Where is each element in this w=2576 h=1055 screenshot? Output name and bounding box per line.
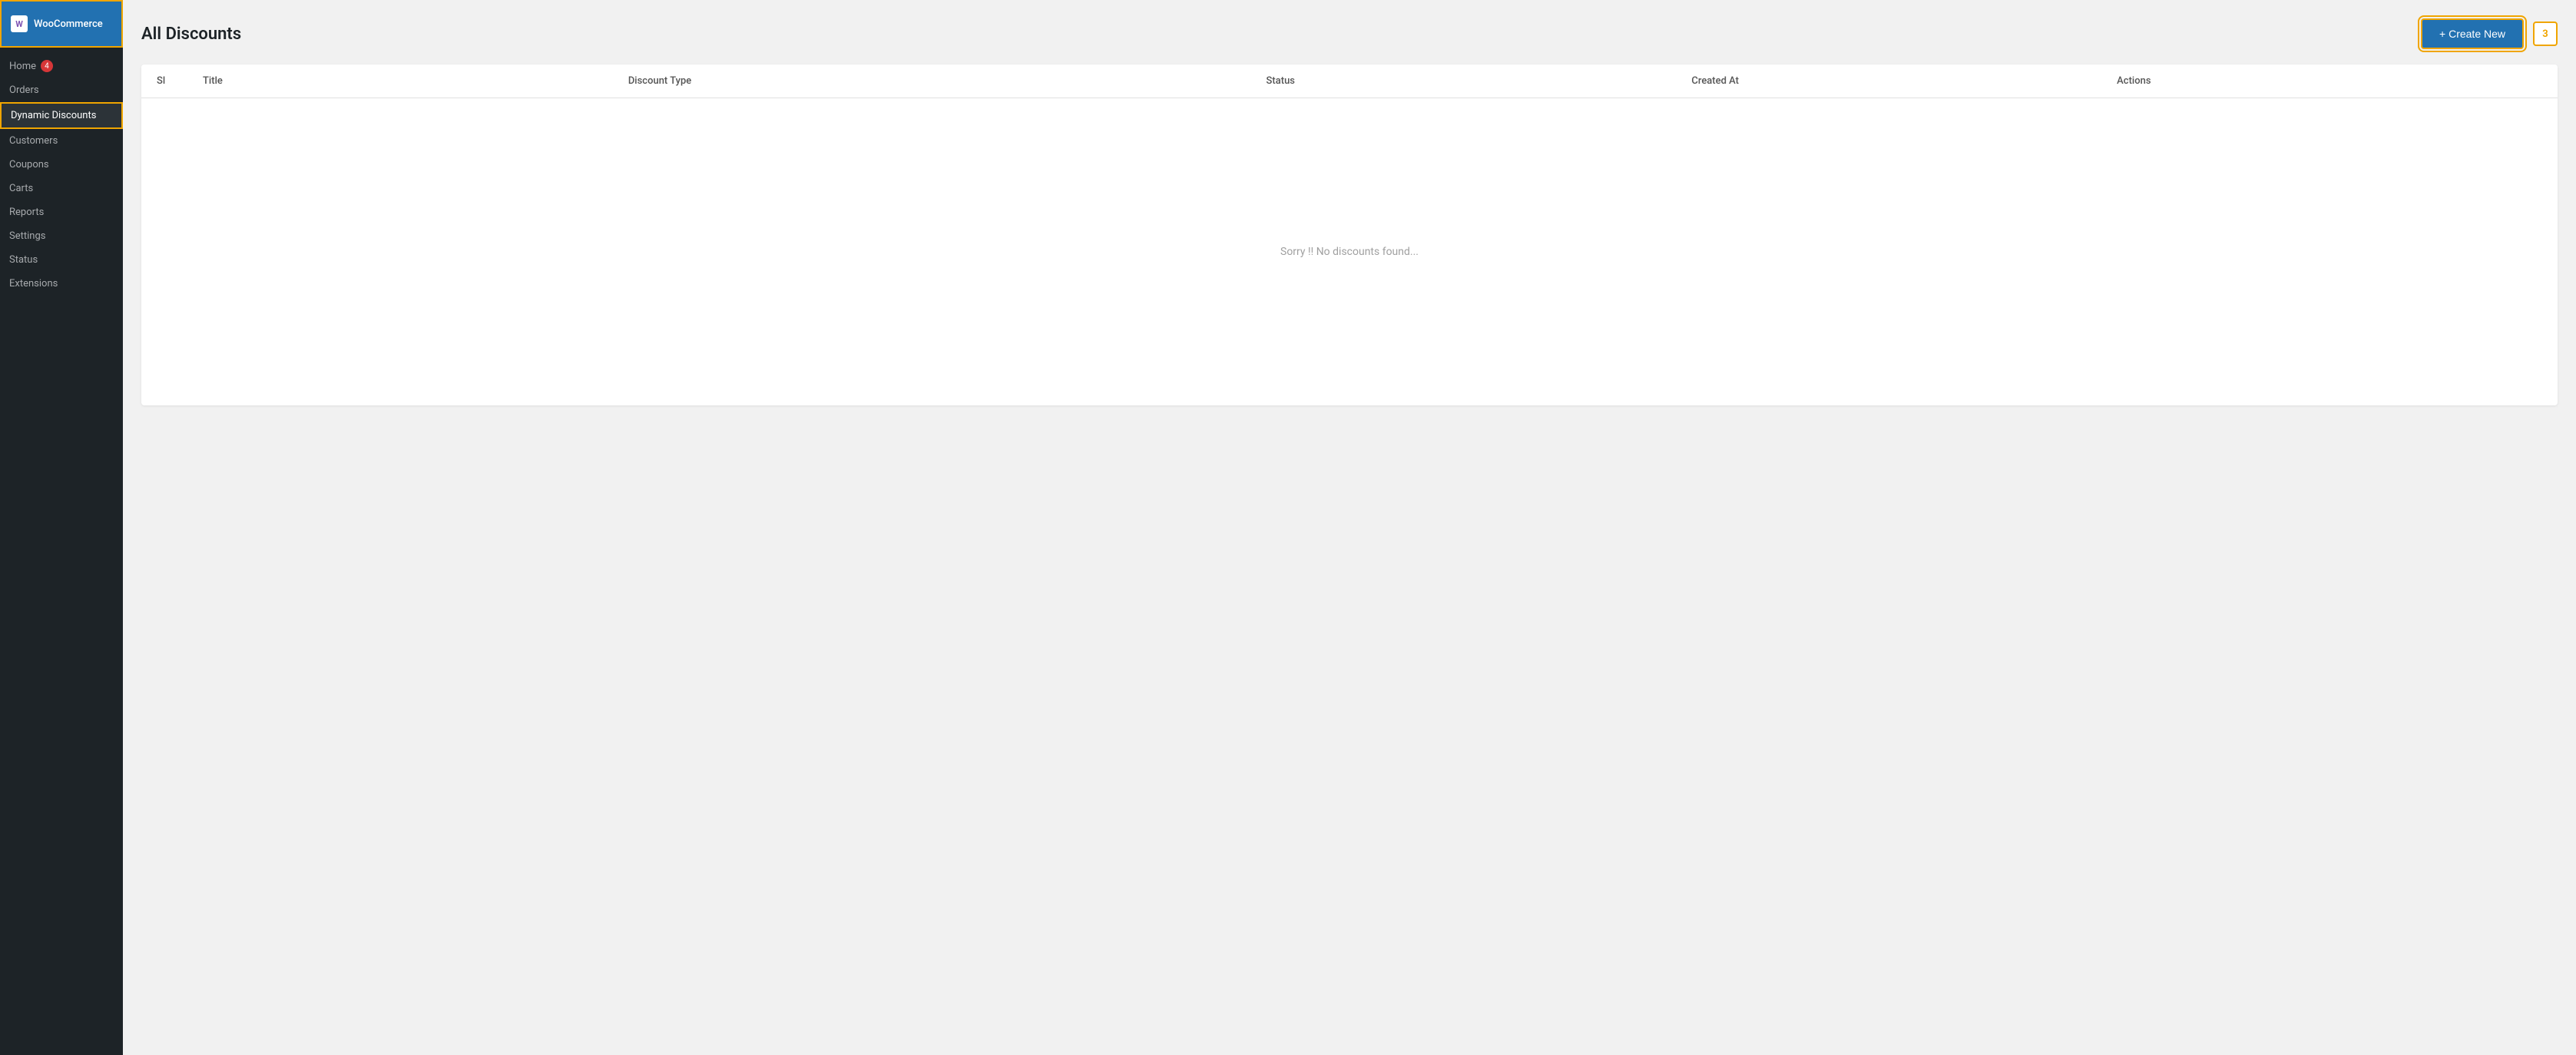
sidebar-item-label-dynamic-discounts: Dynamic Discounts [11,110,96,121]
sidebar-item-carts[interactable]: Carts [0,177,123,200]
sidebar-item-label-reports: Reports [9,207,44,218]
sidebar-item-orders[interactable]: Orders [0,78,123,102]
sidebar-item-label-home: Home [9,61,36,72]
discounts-table-container: Sl Title Discount Type Status Created At… [141,64,2558,405]
sidebar-brand-label: WooCommerce [34,18,103,30]
col-created-at: Created At [1691,75,2117,87]
table-body: Sorry !! No discounts found... [141,98,2558,405]
sidebar-item-label-status: Status [9,254,38,266]
sidebar-nav: Home 4 Orders Dynamic Discounts 2 Custom… [0,48,123,296]
col-sl: Sl [157,75,203,87]
main-content: All Discounts + Create New 3 Sl Title Di… [123,0,2576,1055]
woocommerce-icon: W [11,15,28,32]
home-notification-badge: 4 [41,60,53,72]
col-status: Status [1266,75,1692,87]
sidebar-item-reports[interactable]: Reports [0,200,123,224]
sidebar: W WooCommerce 1 Home 4 Orders Dynamic Di… [0,0,123,1055]
col-discount-type: Discount Type [628,75,1266,87]
sidebar-brand[interactable]: W WooCommerce 1 [0,0,123,48]
table-header: Sl Title Discount Type Status Created At… [141,64,2558,98]
sidebar-item-customers[interactable]: Customers [0,129,123,153]
sidebar-item-coupons[interactable]: Coupons [0,153,123,177]
sidebar-item-label-orders: Orders [9,84,39,96]
sidebar-item-label-extensions: Extensions [9,278,58,289]
page-title: All Discounts [141,25,241,44]
sidebar-item-extensions[interactable]: Extensions [0,272,123,296]
sidebar-item-label-carts: Carts [9,183,33,194]
sidebar-item-settings[interactable]: Settings [0,224,123,248]
col-actions: Actions [2117,75,2542,87]
sidebar-item-label-settings: Settings [9,230,45,242]
sidebar-item-home[interactable]: Home 4 [0,54,123,78]
sidebar-item-label-customers: Customers [9,135,58,147]
sidebar-item-label-coupons: Coupons [9,159,49,170]
page-header: All Discounts + Create New 3 [141,18,2558,49]
sidebar-item-dynamic-discounts[interactable]: Dynamic Discounts 2 [0,102,123,129]
create-new-button[interactable]: + Create New [2421,18,2524,49]
empty-message: Sorry !! No discounts found... [1280,246,1419,258]
annotation-3: 3 [2533,21,2558,46]
sidebar-item-status[interactable]: Status [0,248,123,272]
header-right: + Create New 3 [2421,18,2558,49]
col-title: Title [203,75,628,87]
